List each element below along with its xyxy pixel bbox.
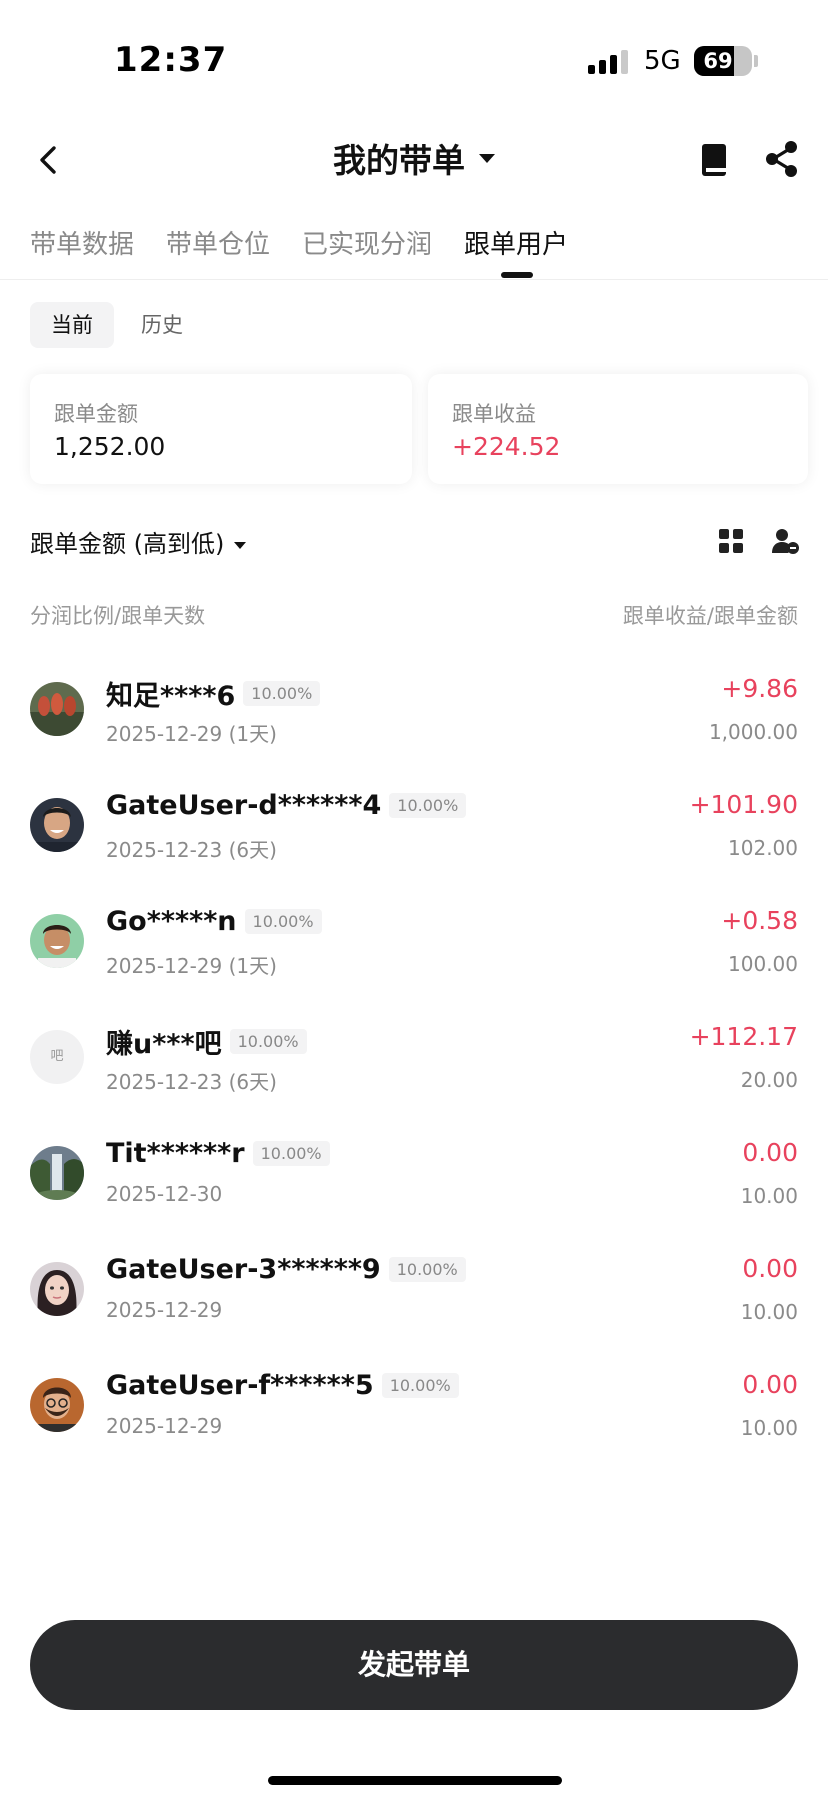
column-header-left: 分润比例/跟单天数 bbox=[30, 604, 206, 628]
navigation-bar: 我的带单 bbox=[0, 120, 828, 200]
username: GateUser-f******5 bbox=[106, 1370, 374, 1401]
follow-date: 2025-12-29 bbox=[106, 1298, 223, 1322]
copy-amount-label: 跟单金额 bbox=[54, 402, 138, 426]
tab-realized-profit-share[interactable]: 已实现分润 bbox=[302, 224, 432, 261]
chevron-down-icon bbox=[479, 153, 495, 163]
user-filter-button[interactable] bbox=[770, 526, 800, 556]
follower-row[interactable]: GateUser-f******5 10.00% 2025-12-29 0.00 … bbox=[0, 1360, 828, 1460]
home-indicator[interactable] bbox=[268, 1776, 562, 1785]
username: GateUser-d******4 bbox=[106, 790, 382, 821]
follow-date: 2025-12-23 (6天) bbox=[106, 1070, 277, 1094]
follow-profit: 0.00 bbox=[742, 1138, 798, 1167]
status-bar: 12:37 5G 69 bbox=[0, 0, 828, 120]
follow-profit: +0.58 bbox=[721, 906, 798, 935]
follow-amount: 100.00 bbox=[728, 952, 798, 976]
page-title: 我的带单 bbox=[333, 141, 465, 180]
follow-date: 2025-12-29 (1天) bbox=[106, 954, 277, 978]
column-header-right: 跟单收益/跟单金额 bbox=[622, 604, 798, 628]
profit-share-badge: 10.00% bbox=[229, 1029, 307, 1054]
avatar bbox=[30, 1378, 84, 1432]
username: 赚u***吧 bbox=[106, 1029, 222, 1060]
follow-amount: 1,000.00 bbox=[708, 720, 798, 744]
tab-copy-data[interactable]: 带单数据 bbox=[30, 224, 134, 261]
username: GateUser-3******9 bbox=[106, 1254, 381, 1285]
tab-copy-positions[interactable]: 带单仓位 bbox=[166, 224, 270, 261]
copy-amount-value: 1,252.00 bbox=[54, 432, 166, 461]
tab-bar: 带单数据 带单仓位 已实现分润 跟单用户 bbox=[0, 214, 828, 280]
copy-amount-card: 跟单金额 1,252.00 bbox=[30, 374, 412, 484]
grid-view-button[interactable] bbox=[718, 528, 744, 554]
follow-date: 2025-12-23 (6天) bbox=[106, 838, 277, 862]
follower-row[interactable]: GateUser-d******4 10.00% 2025-12-23 (6天) … bbox=[0, 780, 828, 880]
profit-share-badge: 10.00% bbox=[388, 1257, 466, 1282]
share-button[interactable] bbox=[762, 138, 802, 180]
network-type: 5G bbox=[644, 46, 681, 76]
avatar: 吧 bbox=[30, 1030, 84, 1084]
follow-profit: +9.86 bbox=[721, 674, 798, 703]
status-time: 12:37 bbox=[114, 40, 228, 80]
profit-share-badge: 10.00% bbox=[243, 681, 321, 706]
profit-share-badge: 10.00% bbox=[389, 793, 467, 818]
sort-dropdown[interactable]: 跟单金额 (高到低) bbox=[30, 524, 247, 559]
follow-amount: 10.00 bbox=[740, 1416, 798, 1440]
follow-profit: 0.00 bbox=[742, 1254, 798, 1283]
avatar bbox=[30, 1262, 84, 1316]
username: Tit******r bbox=[106, 1138, 245, 1169]
battery-level: 69 bbox=[703, 49, 733, 73]
follow-profit: +112.17 bbox=[689, 1022, 798, 1051]
profit-share-badge: 10.00% bbox=[244, 909, 322, 934]
follow-amount: 10.00 bbox=[740, 1300, 798, 1324]
follower-row[interactable]: Go*****n 10.00% 2025-12-29 (1天) +0.58 100… bbox=[0, 896, 828, 996]
follow-date: 2025-12-30 bbox=[106, 1182, 223, 1206]
follow-amount: 102.00 bbox=[728, 836, 798, 860]
segment-history[interactable]: 历史 bbox=[124, 302, 200, 348]
follower-row[interactable]: Tit******r 10.00% 2025-12-30 0.00 10.00 bbox=[0, 1128, 828, 1228]
book-button[interactable] bbox=[696, 140, 732, 180]
battery-icon: 69 bbox=[694, 46, 752, 76]
username: 知足****6 bbox=[106, 681, 236, 712]
follow-date: 2025-12-29 (1天) bbox=[106, 722, 277, 746]
follow-profit: 0.00 bbox=[742, 1370, 798, 1399]
profit-share-badge: 10.00% bbox=[381, 1373, 459, 1398]
sort-label: 跟单金额 (高到低) bbox=[30, 530, 225, 558]
share-icon bbox=[766, 141, 797, 177]
signal-strength-icon bbox=[588, 50, 632, 74]
profit-share-badge: 10.00% bbox=[252, 1141, 330, 1166]
follow-date: 2025-12-29 bbox=[106, 1414, 223, 1438]
chevron-down-icon bbox=[234, 541, 247, 549]
start-copy-trading-button[interactable]: 发起带单 bbox=[30, 1620, 798, 1710]
copy-profit-value: +224.52 bbox=[452, 432, 561, 461]
book-icon bbox=[702, 144, 726, 176]
follower-row[interactable]: GateUser-3******9 10.00% 2025-12-29 0.00 … bbox=[0, 1244, 828, 1344]
active-tab-indicator bbox=[501, 272, 533, 278]
avatar bbox=[30, 1146, 84, 1200]
avatar bbox=[30, 682, 84, 736]
user-filter-icon bbox=[772, 529, 799, 554]
tab-copy-users[interactable]: 跟单用户 bbox=[464, 224, 568, 261]
grid-icon bbox=[719, 529, 743, 553]
battery-tip bbox=[754, 55, 758, 67]
avatar bbox=[30, 798, 84, 852]
follower-row[interactable]: 吧 赚u***吧 10.00% 2025-12-23 (6天) +112.17 2… bbox=[0, 1012, 828, 1112]
follow-amount: 10.00 bbox=[740, 1184, 798, 1208]
username: Go*****n bbox=[106, 906, 237, 937]
follow-profit: +101.90 bbox=[689, 790, 798, 819]
avatar bbox=[30, 914, 84, 968]
segment-current[interactable]: 当前 bbox=[30, 302, 114, 348]
copy-profit-card: 跟单收益 +224.52 bbox=[428, 374, 808, 484]
follower-row[interactable]: 知足****6 10.00% 2025-12-29 (1天) +9.86 1,00… bbox=[0, 664, 828, 764]
follow-amount: 20.00 bbox=[740, 1068, 798, 1092]
copy-profit-label: 跟单收益 bbox=[452, 402, 536, 426]
